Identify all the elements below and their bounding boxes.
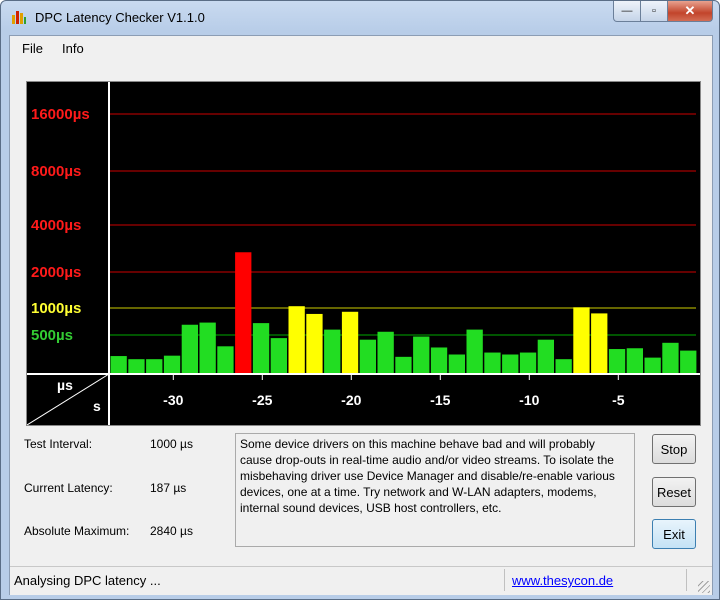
latency-bar [199, 322, 216, 374]
x-tick-label: -10 [519, 392, 539, 408]
absolute-maximum-value: 2840 µs [150, 524, 193, 538]
app-window: DPC Latency Checker V1.1.0 — ▫ ✕ File In… [0, 0, 720, 600]
latency-bar [110, 356, 127, 374]
current-latency-value: 187 µs [150, 481, 187, 495]
y-tick-label: 16000µs [31, 106, 90, 123]
latency-bar [537, 339, 554, 374]
latency-bar [181, 324, 198, 374]
latency-bar [288, 306, 305, 374]
caption-buttons: — ▫ ✕ [613, 1, 713, 22]
current-latency-label: Current Latency: [24, 481, 113, 495]
latency-bar [644, 357, 661, 374]
latency-chart: 16000µs 8000µs 4000µs 2000µs 1000µs 500µs µs s -… [26, 81, 701, 426]
y-tick-label: 1000µs [31, 300, 81, 317]
latency-bar [430, 347, 448, 374]
latency-bar [217, 346, 234, 374]
latency-bar [484, 352, 501, 374]
latency-bar [413, 336, 430, 374]
latency-bar [128, 359, 145, 374]
resize-grip[interactable] [698, 581, 710, 593]
latency-bar [555, 359, 572, 374]
maximize-button[interactable]: ▫ [641, 1, 668, 22]
y-unit-label: µs [57, 377, 73, 393]
reset-button[interactable]: Reset [652, 477, 696, 507]
x-tick-label: -30 [163, 392, 183, 408]
latency-bar [395, 356, 412, 374]
menu-file[interactable]: File [22, 41, 43, 56]
y-tick-label: 500µs [31, 327, 73, 344]
exit-button[interactable]: Exit [652, 519, 696, 549]
latency-bar [163, 355, 181, 374]
menu-bar: File Info [10, 36, 712, 60]
latency-chart-svg: 16000µs 8000µs 4000µs 2000µs 1000µs 500µs µs s -… [26, 82, 700, 426]
latency-bar [662, 342, 679, 374]
message-box: Some device drivers on this machine beha… [235, 433, 635, 547]
latency-bar [252, 323, 270, 374]
app-icon [12, 11, 26, 24]
x-tick-label: -15 [430, 392, 450, 408]
latency-bar [377, 331, 394, 374]
y-tick-label: 4000µs [31, 217, 81, 234]
y-tick-label: 8000µs [31, 163, 81, 180]
absolute-maximum-label: Absolute Maximum: [24, 524, 130, 538]
window-title: DPC Latency Checker V1.1.0 [35, 10, 205, 25]
client-area: File Info 16000µs 8000µs 4000µs 2000µs 1000µ… [9, 35, 713, 595]
x-unit-label: s [93, 398, 101, 414]
latency-bar [502, 354, 519, 374]
minimize-button[interactable]: — [613, 1, 641, 22]
latency-bar [448, 354, 465, 374]
test-interval-label: Test Interval: [24, 437, 93, 451]
status-separator [686, 569, 687, 591]
status-text: Analysing DPC latency ... [14, 573, 161, 588]
latency-bar [519, 352, 537, 374]
latency-bar [341, 311, 359, 374]
latency-bar [324, 329, 341, 374]
close-button[interactable]: ✕ [668, 1, 713, 22]
latency-bar [680, 350, 697, 374]
status-bar: Analysing DPC latency ... www.thesycon.d… [10, 566, 712, 595]
website-link[interactable]: www.thesycon.de [512, 573, 613, 588]
latency-bar [466, 329, 483, 374]
latency-bar [359, 339, 376, 374]
latency-bar [270, 338, 287, 374]
x-tick-label: -25 [252, 392, 272, 408]
title-bar[interactable]: DPC Latency Checker V1.1.0 — ▫ ✕ [1, 1, 719, 35]
status-separator [504, 569, 505, 591]
menu-info[interactable]: Info [62, 41, 84, 56]
latency-bar [626, 348, 643, 374]
latency-bar [573, 307, 590, 374]
latency-bar [306, 313, 323, 374]
x-tick-label: -20 [341, 392, 361, 408]
x-tick-label: -5 [612, 392, 625, 408]
latency-bar [608, 349, 626, 374]
latency-bar [146, 359, 163, 374]
stop-button[interactable]: Stop [652, 434, 696, 464]
test-interval-value: 1000 µs [150, 437, 193, 451]
latency-bar [235, 252, 252, 374]
y-tick-label: 2000µs [31, 264, 81, 281]
latency-bar [591, 313, 608, 374]
